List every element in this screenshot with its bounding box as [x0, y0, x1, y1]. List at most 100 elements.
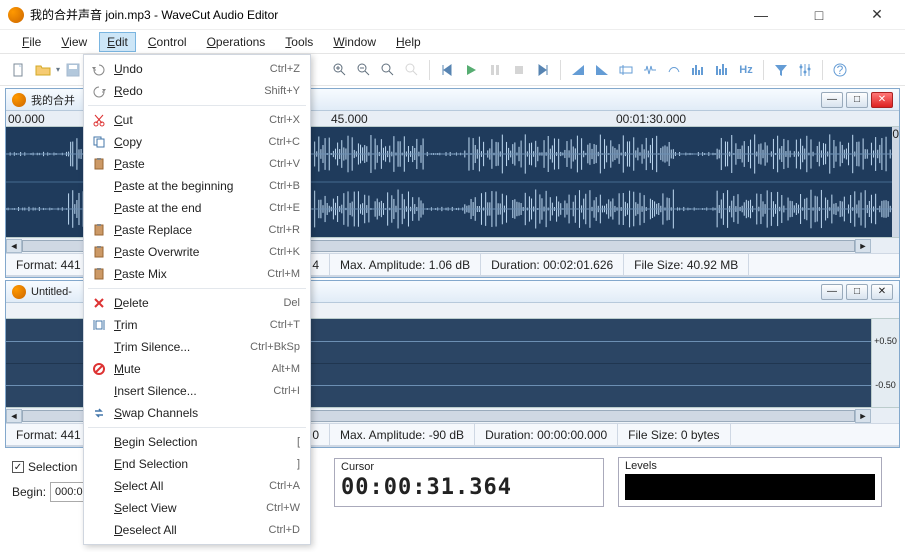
menu-item-shortcut: ]	[297, 458, 300, 470]
menu-item-shortcut: Shift+Y	[264, 85, 300, 97]
window-titlebar: 我的合并声音 join.mp3 - WaveCut Audio Editor —…	[0, 0, 905, 30]
sliders-icon[interactable]	[794, 59, 816, 81]
effect1-icon[interactable]	[615, 59, 637, 81]
save-icon[interactable]	[62, 59, 84, 81]
filter-icon[interactable]	[770, 59, 792, 81]
pause-icon[interactable]	[484, 59, 506, 81]
doc1-min-button[interactable]: —	[821, 92, 843, 108]
menu-item-shortcut: Ctrl+T	[270, 319, 300, 331]
menu-item-end-selection[interactable]: End Selection]	[84, 453, 310, 475]
menu-item-shortcut: Ctrl+D	[269, 524, 300, 536]
menu-item-label: Insert Silence...	[114, 384, 273, 398]
menu-item-paste-at-the-end[interactable]: Paste at the endCtrl+E	[84, 197, 310, 219]
menu-file[interactable]: File	[14, 32, 49, 52]
skip-start-icon[interactable]	[436, 59, 458, 81]
zoom-sel-icon[interactable]	[401, 59, 423, 81]
menu-item-label: Paste at the beginning	[114, 179, 269, 193]
help-icon[interactable]: ?	[829, 59, 851, 81]
menu-item-shortcut: Ctrl+V	[269, 158, 300, 170]
cursor-label: Cursor	[341, 461, 597, 473]
fade-out-icon[interactable]	[591, 59, 613, 81]
menu-item-shortcut: Del	[283, 297, 300, 309]
menu-item-paste-at-the-beginning[interactable]: Paste at the beginningCtrl+B	[84, 175, 310, 197]
menu-item-select-view[interactable]: Select ViewCtrl+W	[84, 497, 310, 519]
doc1-close-button[interactable]: ✕	[871, 92, 893, 108]
menu-item-delete[interactable]: DeleteDel	[84, 292, 310, 314]
hz-icon[interactable]: Hz	[735, 59, 757, 81]
menu-item-cut[interactable]: CutCtrl+X	[84, 109, 310, 131]
doc2-max-button[interactable]: □	[846, 284, 868, 300]
window-minimize-button[interactable]: —	[741, 5, 781, 25]
selection-label: Selection	[28, 460, 77, 474]
menu-item-trim[interactable]: TrimCtrl+T	[84, 314, 310, 336]
menu-item-shortcut: Ctrl+E	[269, 202, 300, 214]
menu-item-swap-channels[interactable]: Swap Channels	[84, 402, 310, 424]
doc2-close-button[interactable]: ✕	[871, 284, 893, 300]
scroll-left-icon[interactable]: ◄	[6, 409, 22, 423]
menu-item-mute[interactable]: MuteAlt+M	[84, 358, 310, 380]
menu-item-shortcut: Ctrl+BkSp	[250, 341, 300, 353]
begin-label: Begin:	[12, 485, 46, 499]
mute-icon	[90, 362, 108, 376]
delete-icon	[90, 296, 108, 310]
menu-operations[interactable]: Operations	[199, 32, 274, 52]
menu-control[interactable]: Control	[140, 32, 195, 52]
menu-edit[interactable]: Edit	[99, 32, 136, 52]
menu-item-select-all[interactable]: Select AllCtrl+A	[84, 475, 310, 497]
open-folder-icon[interactable]	[32, 59, 54, 81]
app-icon	[8, 7, 24, 23]
scroll-left-icon[interactable]: ◄	[6, 239, 22, 253]
menu-item-shortcut: Ctrl+K	[269, 246, 300, 258]
menu-view[interactable]: View	[53, 32, 95, 52]
doc1-max-button[interactable]: □	[846, 92, 868, 108]
menu-item-shortcut: Ctrl+C	[269, 136, 300, 148]
svg-text:?: ?	[837, 63, 844, 77]
status-maxamp: Max. Amplitude: -90 dB	[330, 424, 475, 445]
menu-window[interactable]: Window	[325, 32, 384, 52]
menu-item-insert-silence-[interactable]: Insert Silence...Ctrl+I	[84, 380, 310, 402]
menu-item-paste-overwrite[interactable]: Paste OverwriteCtrl+K	[84, 241, 310, 263]
bars2-icon[interactable]	[711, 59, 733, 81]
menu-item-label: Paste	[114, 157, 269, 171]
play-icon[interactable]	[460, 59, 482, 81]
menu-item-shortcut: [	[297, 436, 300, 448]
effect3-icon[interactable]	[663, 59, 685, 81]
menu-item-deselect-all[interactable]: Deselect AllCtrl+D	[84, 519, 310, 541]
stop-icon[interactable]	[508, 59, 530, 81]
menu-item-label: Paste Overwrite	[114, 245, 269, 259]
window-maximize-button[interactable]: □	[799, 5, 839, 25]
menu-item-trim-silence-[interactable]: Trim Silence...Ctrl+BkSp	[84, 336, 310, 358]
menu-item-paste-replace[interactable]: Paste ReplaceCtrl+R	[84, 219, 310, 241]
doc-icon	[12, 285, 26, 299]
effect2-icon[interactable]	[639, 59, 661, 81]
cursor-time: 00:00:31.364	[341, 475, 597, 500]
levels-meter	[625, 474, 875, 500]
new-file-icon[interactable]	[8, 59, 30, 81]
paste-icon	[90, 223, 108, 237]
window-close-button[interactable]: ✕	[857, 5, 897, 25]
zoom-fit-icon[interactable]	[377, 59, 399, 81]
zoom-out-icon[interactable]	[353, 59, 375, 81]
copy-icon	[90, 135, 108, 149]
menu-item-shortcut: Ctrl+Z	[270, 63, 300, 75]
bars1-icon[interactable]	[687, 59, 709, 81]
swap-icon	[90, 406, 108, 420]
skip-end-icon[interactable]	[532, 59, 554, 81]
ruler-tick: 00:01:30.000	[616, 112, 686, 126]
menu-item-label: Delete	[114, 296, 283, 310]
menu-help[interactable]: Help	[388, 32, 429, 52]
fade-in-icon[interactable]	[567, 59, 589, 81]
menu-tools[interactable]: Tools	[277, 32, 321, 52]
doc2-min-button[interactable]: —	[821, 284, 843, 300]
scale-bot: -0.50	[872, 363, 899, 407]
zoom-in-icon[interactable]	[329, 59, 351, 81]
menu-item-paste[interactable]: PasteCtrl+V	[84, 153, 310, 175]
menu-item-label: Cut	[114, 113, 269, 127]
menu-item-begin-selection[interactable]: Begin Selection[	[84, 431, 310, 453]
menu-item-copy[interactable]: CopyCtrl+C	[84, 131, 310, 153]
menu-item-paste-mix[interactable]: Paste MixCtrl+M	[84, 263, 310, 285]
menu-item-label: Swap Channels	[114, 406, 300, 420]
menu-item-shortcut: Ctrl+M	[267, 268, 300, 280]
scroll-right-icon[interactable]: ►	[855, 239, 871, 253]
scroll-right-icon[interactable]: ►	[855, 409, 871, 423]
